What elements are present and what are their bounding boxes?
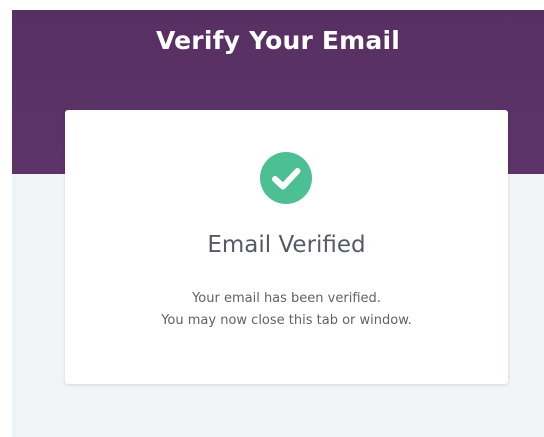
- card-title: Email Verified: [207, 232, 366, 258]
- message-line-2: You may now close this tab or window.: [161, 313, 412, 328]
- message-line-1: Your email has been verified.: [192, 291, 381, 306]
- check-circle-icon: [260, 152, 312, 204]
- verify-email-page: Verify Your Email Email Verified Your em…: [12, 10, 544, 437]
- page-title: Verify Your Email: [155, 26, 401, 55]
- card-message: Your email has been verified. You may no…: [65, 288, 508, 332]
- verification-card: Email Verified Your email has been verif…: [65, 110, 508, 384]
